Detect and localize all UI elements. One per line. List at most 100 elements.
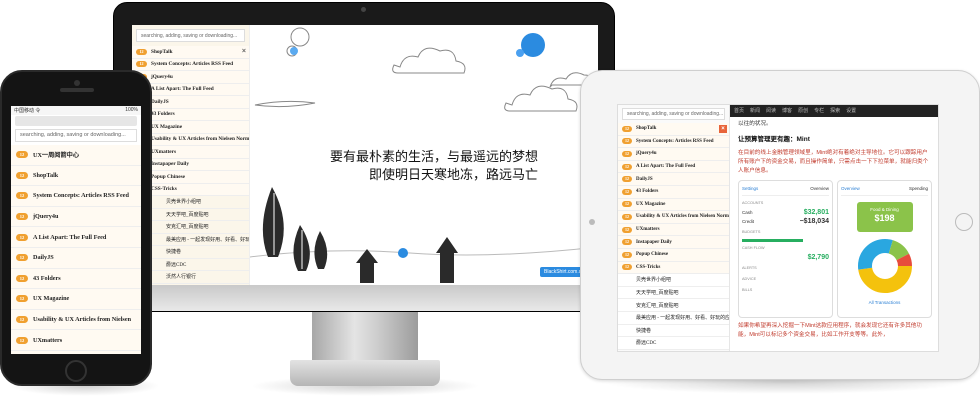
feed-item[interactable]: 爵远CDC — [618, 337, 729, 350]
feed-item[interactable]: 12 ShopTalk × — [132, 46, 249, 59]
address-bar[interactable] — [15, 116, 137, 126]
search-input[interactable]: searching, adding, saving or downloading… — [136, 29, 245, 42]
search-input[interactable]: searching, adding, saving or downloading… — [15, 129, 137, 142]
unread-count-badge: 12 — [622, 213, 632, 220]
blue-bubble — [521, 33, 545, 57]
budget-bar — [742, 239, 803, 242]
feed-item-label: System Concepts: Articles RSS Feed — [33, 192, 129, 200]
feed-item-label: 快捷卷 — [636, 328, 652, 334]
tab-item[interactable]: 设置 — [846, 107, 856, 115]
feed-item-label: Usability & UX Articles from Nielsen Nor… — [151, 136, 249, 143]
feed-item-label: DailyJS — [33, 254, 54, 262]
unread-count-badge: 12 — [622, 163, 632, 170]
feed-item[interactable]: 12 System Concepts: Articles RSS Feed — [11, 186, 141, 207]
house-doodles — [356, 237, 458, 283]
unread-count-badge: 12 — [622, 188, 632, 195]
feed-item-label: Usability & UX Articles from Nielsen — [33, 316, 132, 324]
feed-item[interactable]: 12 Popup Chinese — [618, 248, 729, 262]
feed-item[interactable]: 12 A List Apart: The Full Feed — [618, 160, 729, 174]
tablet-camera — [589, 219, 595, 225]
feed-item-label: Popup Chinese — [636, 252, 669, 258]
feed-item[interactable]: 12 CSS-Tricks — [618, 261, 729, 275]
feed-item[interactable]: 12 43 Folders — [618, 185, 729, 199]
devices-showcase: searching, adding, saving or downloading… — [0, 0, 980, 400]
unread-count-badge: 12 — [16, 233, 28, 241]
feed-item-label: Instapaper Daily — [636, 239, 672, 245]
feed-item-label: System Concepts: Articles RSS Feed — [151, 61, 234, 68]
feed-item-label: ShopTalk — [636, 126, 657, 132]
feed-item[interactable]: 最美应用 - 一起发现好用、好看、好玩的应用 — [618, 311, 729, 325]
unread-count-badge: 12 — [16, 192, 28, 200]
feed-item-label: 天天学吧_百度贴吧 — [636, 291, 679, 297]
tab-item[interactable]: 新闻 — [750, 107, 760, 115]
close-icon[interactable]: × — [242, 48, 246, 56]
feed-item[interactable]: 12 UX Magazine — [618, 198, 729, 212]
feed-item[interactable]: 12 jQuery4u — [11, 206, 141, 228]
tab-item[interactable]: 首页 — [734, 107, 744, 115]
feed-item-label: jQuery4u — [33, 213, 59, 221]
settings-link: Settings — [742, 186, 759, 191]
paper-plane-doodle — [254, 100, 316, 108]
feed-item[interactable]: 12 DailyJS — [618, 173, 729, 186]
phone-screen: 中国移动 令 100% searching, adding, saving or… — [11, 106, 141, 354]
feed-item-label: 安克汇吧_百度贴吧 — [166, 225, 209, 231]
monitor-base — [290, 360, 440, 386]
article-pane: 首页 新闻 阅读 博客 原创 专栏 探索 设置 以往的状况。 让预算管理更有趣：Mint 在目… — [730, 105, 938, 351]
close-icon[interactable]: × — [719, 125, 727, 133]
feed-item[interactable]: 快捷卷 — [618, 324, 729, 338]
tablet-screen: searching, adding, saving or downloading… — [617, 104, 939, 352]
home-button[interactable] — [955, 213, 973, 231]
feed-item-label: 爵远CDC — [166, 262, 187, 268]
feed-item-label: ShopTalk — [151, 48, 173, 55]
feed-item[interactable]: 12 ShopTalk — [11, 165, 141, 187]
home-button[interactable] — [65, 360, 87, 382]
feed-item[interactable]: 12Instapaper Daily — [11, 350, 141, 354]
illustration: 要有最朴素的生活，与最遥远的梦想 即使明日天寒地冻，路远马亡 BlackShir… — [249, 25, 598, 287]
unread-count-badge: 12 — [16, 213, 28, 221]
tab-item[interactable]: 博客 — [782, 107, 792, 115]
feed-item[interactable]: 12 ShopTalk × — [618, 123, 729, 136]
tablet-feed-sidebar: searching, adding, saving or downloading… — [618, 105, 730, 351]
tab-item[interactable]: 原创 — [798, 107, 808, 115]
bubble-outline — [290, 27, 310, 47]
feed-item[interactable]: 12 UXmatters — [618, 223, 729, 237]
feed-item-label: UXmatters — [636, 227, 660, 233]
feed-item[interactable]: 贝壳世界小组吧 — [618, 274, 729, 287]
feed-item[interactable]: 12 UX一周阅箭中心 — [11, 145, 141, 166]
feed-item[interactable]: 12 UXmatters — [11, 330, 141, 351]
feed-item-label: 最美应用 - 一起发现好用、好看、好玩的应用 — [636, 316, 729, 322]
feed-item[interactable]: 12 jQuery4u — [618, 148, 729, 161]
feed-item[interactable]: 12 System Concepts: Articles RSS Feed — [618, 135, 729, 149]
feed-item[interactable]: 12Instapaper Daily — [618, 236, 729, 249]
spending-donut — [857, 239, 912, 293]
unread-count-badge: 12 — [16, 151, 28, 159]
feed-item[interactable]: 12 System Concepts: Articles RSS Feed — [132, 58, 249, 71]
mint-spending-screen: Overview Spending Food & Dining $198 All… — [837, 180, 932, 318]
tab-item[interactable]: 探索 — [830, 107, 840, 115]
feed-item[interactable]: 12 Usability & UX Articles from Nielsen — [11, 309, 141, 331]
unread-count-badge: 12 — [16, 316, 28, 324]
feed-item[interactable]: 12 A List Apart: The Full Feed — [11, 227, 141, 248]
feed-item-label: 最美应用 - 一起发现好用、好看、好玩的应用 — [166, 237, 249, 243]
feed-item[interactable]: 天天学吧_百度贴吧 — [618, 286, 729, 300]
feed-item-label: DailyJS — [636, 176, 653, 182]
search-input[interactable]: searching, adding, saving or downloading… — [622, 108, 725, 120]
tab-item[interactable]: 阅读 — [766, 107, 776, 115]
feed-item[interactable]: 12 UX Magazine — [11, 289, 141, 310]
feed-item[interactable]: 12 43 Folders — [11, 268, 141, 290]
unread-count-badge: 12 — [622, 264, 632, 271]
unread-count-badge: 12 — [622, 251, 632, 258]
feed-item[interactable]: 12 Usability & UX Articles from Nielsen N… — [618, 211, 729, 224]
feed-list: 12 UX一周阅箭中心 12 ShopTalk 12 System Concepts: A… — [11, 145, 141, 354]
row-label: Cash — [742, 210, 753, 215]
monitor-camera — [361, 7, 366, 12]
feed-item-label: A List Apart: The Full Feed — [33, 233, 107, 241]
feed-item-label: UX Magazine — [636, 201, 666, 207]
phone-camera — [74, 80, 80, 86]
feed-item[interactable]: 12 DailyJS — [11, 247, 141, 269]
tab-item[interactable]: 专栏 — [814, 107, 824, 115]
feed-list: 12 ShopTalk × 12 System Concepts: Articles R… — [618, 123, 729, 350]
feed-item[interactable]: 安克汇吧_百度贴吧 — [618, 299, 729, 312]
section-label: BILLS — [742, 288, 753, 292]
footer-link: All Transactions — [868, 300, 901, 305]
